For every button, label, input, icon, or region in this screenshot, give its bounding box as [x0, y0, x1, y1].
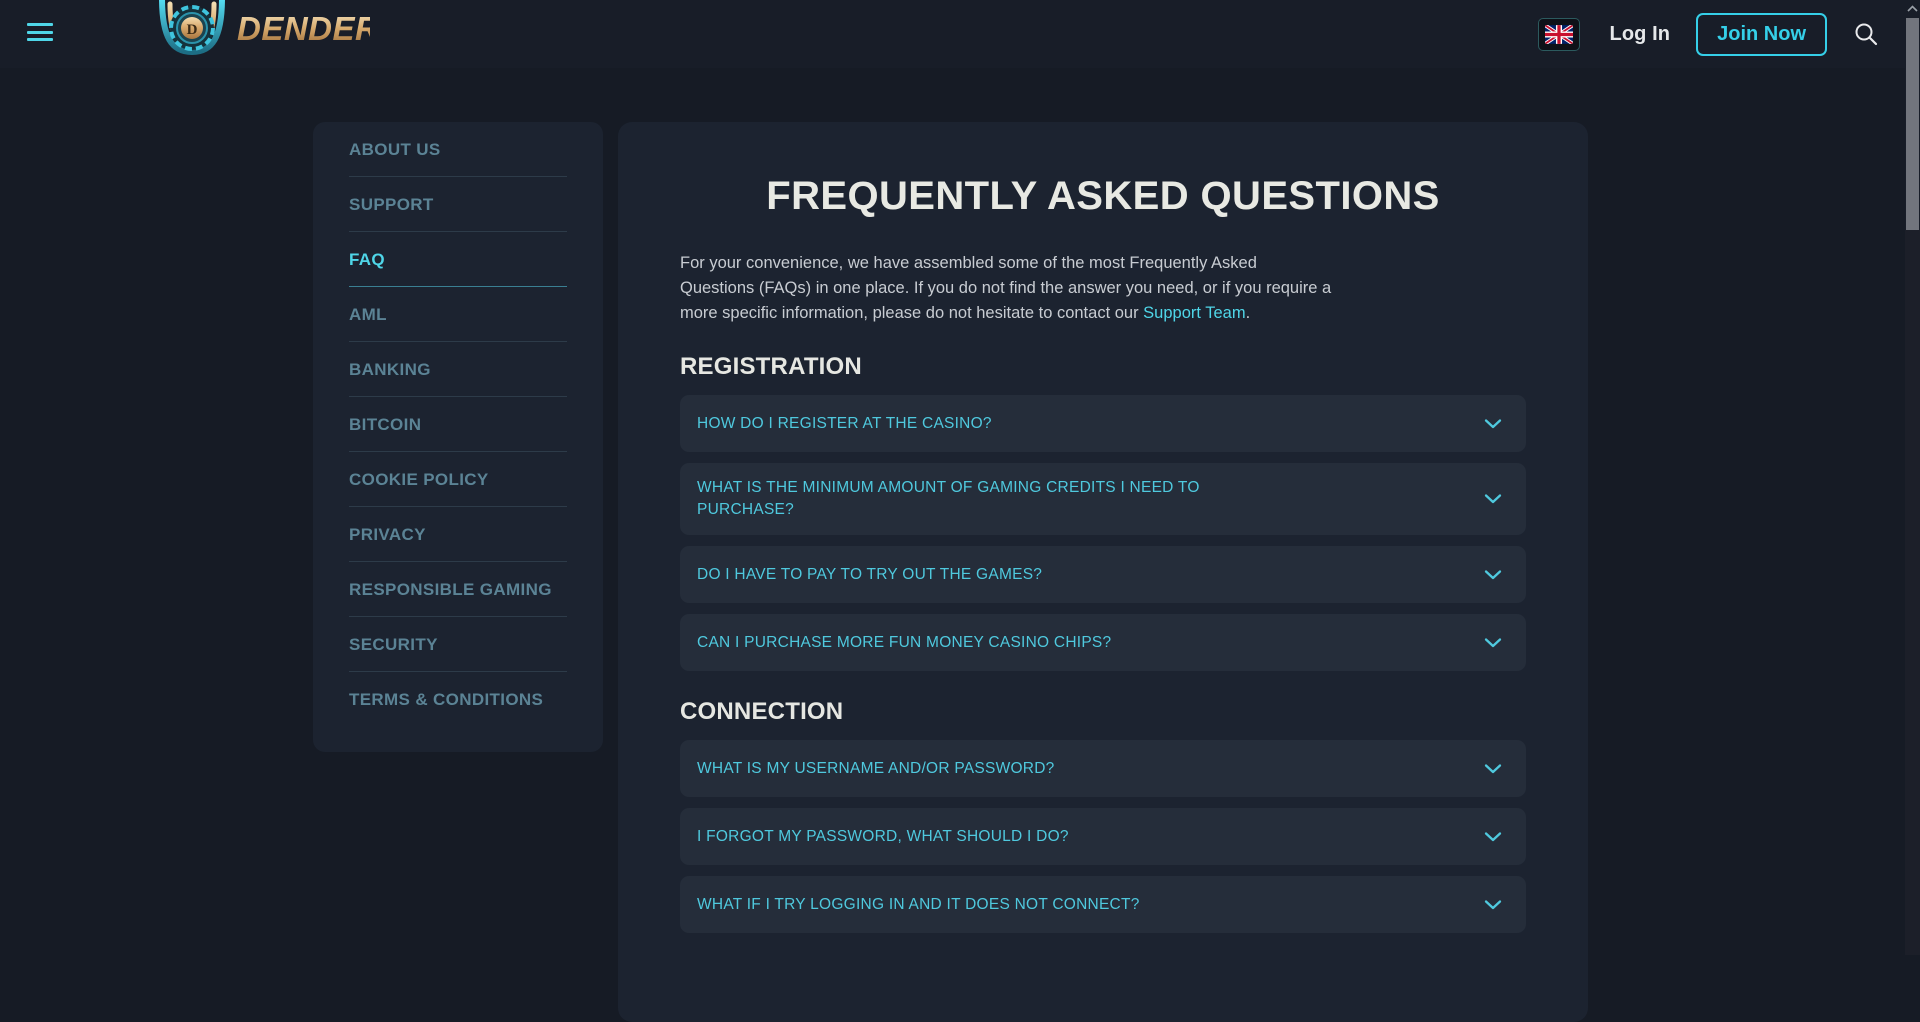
faq-content-panel: FREQUENTLY ASKED QUESTIONS For your conv…	[618, 122, 1588, 1022]
faq-accordion-item[interactable]: WHAT IF I TRY LOGGING IN AND IT DOES NOT…	[680, 876, 1526, 933]
faq-question-text: WHAT IS THE MINIMUM AMOUNT OF GAMING CRE…	[697, 477, 1272, 521]
sidebar-item-support[interactable]: SUPPORT	[349, 177, 567, 232]
scrollbar-thumb[interactable]	[1906, 18, 1919, 230]
faq-question-text: HOW DO I REGISTER AT THE CASINO?	[697, 413, 992, 435]
faq-accordion-item[interactable]: WHAT IS THE MINIMUM AMOUNT OF GAMING CRE…	[680, 463, 1526, 535]
sidebar-item-about-us[interactable]: ABOUT US	[349, 122, 567, 177]
hamburger-bar	[27, 31, 53, 34]
svg-text:DENDERA: DENDERA	[237, 10, 370, 47]
login-link[interactable]: Log In	[1610, 23, 1671, 46]
sidebar-item-faq[interactable]: FAQ	[349, 232, 567, 287]
scrollbar-up-arrow-icon[interactable]	[1905, 0, 1920, 16]
faq-section-title: CONNECTION	[680, 698, 1526, 726]
svg-text:D: D	[187, 22, 198, 38]
search-icon[interactable]	[1853, 21, 1879, 47]
faq-accordion-item[interactable]: WHAT IS MY USERNAME AND/OR PASSWORD?	[680, 740, 1526, 797]
hamburger-menu-icon[interactable]	[25, 20, 55, 44]
page-body: ABOUT USSUPPORTFAQAMLBANKINGBITCOINCOOKI…	[0, 68, 1905, 955]
chevron-down-icon	[1484, 899, 1502, 911]
intro-text-after: .	[1246, 304, 1251, 322]
chevron-down-icon	[1484, 763, 1502, 775]
uk-flag-icon	[1545, 25, 1573, 44]
sidebar-item-responsible-gaming[interactable]: RESPONSIBLE GAMING	[349, 562, 567, 617]
sidebar-item-bitcoin[interactable]: BITCOIN	[349, 397, 567, 452]
sidebar-item-aml[interactable]: AML	[349, 287, 567, 342]
header-actions: Log In Join Now	[1538, 0, 1883, 68]
faq-section-title: REGISTRATION	[680, 353, 1526, 381]
scrollbar-track[interactable]	[1905, 230, 1920, 955]
sidebar-item-terms-conditions[interactable]: TERMS & CONDITIONS	[349, 672, 567, 726]
hamburger-bar	[27, 38, 53, 41]
faq-question-text: WHAT IF I TRY LOGGING IN AND IT DOES NOT…	[697, 894, 1140, 916]
chevron-down-icon	[1484, 418, 1502, 430]
faq-sections: REGISTRATION HOW DO I REGISTER AT THE CAS…	[680, 353, 1526, 933]
hamburger-bar	[27, 23, 53, 26]
sidebar-item-privacy[interactable]: PRIVACY	[349, 507, 567, 562]
faq-accordion-item[interactable]: CAN I PURCHASE MORE FUN MONEY CASINO CHI…	[680, 614, 1526, 671]
faq-question-text: WHAT IS MY USERNAME AND/OR PASSWORD?	[697, 758, 1055, 780]
info-sidebar: ABOUT USSUPPORTFAQAMLBANKINGBITCOINCOOKI…	[313, 122, 603, 752]
faq-accordion-item[interactable]: DO I HAVE TO PAY TO TRY OUT THE GAMES?	[680, 546, 1526, 603]
vertical-scrollbar[interactable]	[1905, 0, 1920, 955]
dendera-logo[interactable]: D DENDERA	[152, 0, 370, 66]
chevron-down-icon	[1484, 831, 1502, 843]
page-title: FREQUENTLY ASKED QUESTIONS	[680, 174, 1526, 219]
sidebar-item-cookie-policy[interactable]: COOKIE POLICY	[349, 452, 567, 507]
language-selector[interactable]	[1538, 18, 1580, 51]
faq-question-text: CAN I PURCHASE MORE FUN MONEY CASINO CHI…	[697, 632, 1111, 654]
sidebar-item-security[interactable]: SECURITY	[349, 617, 567, 672]
faq-accordion-item[interactable]: HOW DO I REGISTER AT THE CASINO?	[680, 395, 1526, 452]
site-header: D DENDERA Log In Join Now	[0, 0, 1905, 68]
chevron-down-icon	[1484, 637, 1502, 649]
faq-question-text: DO I HAVE TO PAY TO TRY OUT THE GAMES?	[697, 564, 1042, 586]
support-team-link[interactable]: Support Team	[1143, 304, 1245, 322]
sidebar-item-banking[interactable]: BANKING	[349, 342, 567, 397]
faq-question-text: I FORGOT MY PASSWORD, WHAT SHOULD I DO?	[697, 826, 1069, 848]
faq-accordion-item[interactable]: I FORGOT MY PASSWORD, WHAT SHOULD I DO?	[680, 808, 1526, 865]
intro-paragraph: For your convenience, we have assembled …	[680, 251, 1335, 326]
join-now-button[interactable]: Join Now	[1696, 13, 1827, 56]
chevron-down-icon	[1484, 569, 1502, 581]
chevron-down-icon	[1484, 493, 1502, 505]
